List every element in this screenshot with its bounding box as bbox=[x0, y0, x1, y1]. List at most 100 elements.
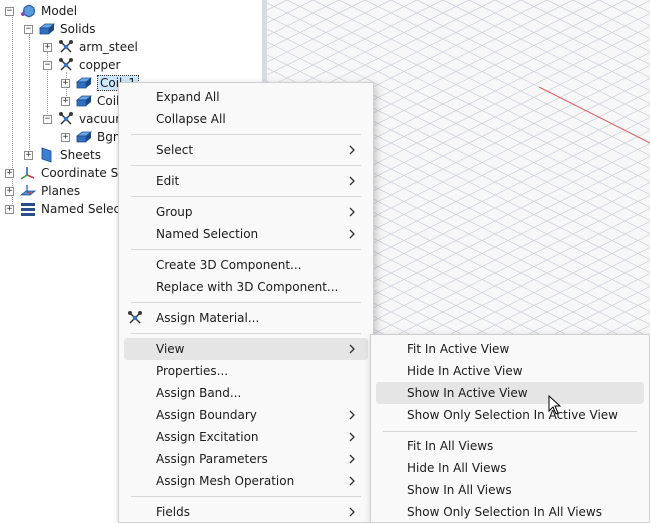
tree-item-sheets[interactable]: + Sheets bbox=[24, 146, 101, 164]
menu-item-collapse-all[interactable]: Collapse All bbox=[124, 108, 368, 130]
menu-item-label: Edit bbox=[156, 174, 180, 188]
menu-item-assign-band[interactable]: Assign Band... bbox=[124, 382, 368, 404]
menu-item-label: Show In All Views bbox=[407, 483, 512, 497]
menu-item-assign-parameters[interactable]: Assign Parameters bbox=[124, 448, 368, 470]
chevron-right-icon bbox=[349, 207, 355, 217]
chevron-right-icon bbox=[349, 454, 355, 464]
submenu-item-show-in-active-view[interactable]: Show In Active View bbox=[376, 382, 644, 404]
menu-separator bbox=[131, 496, 361, 497]
expand-toggle[interactable]: + bbox=[61, 78, 70, 88]
menu-item-label: Select bbox=[156, 143, 194, 157]
menu-item-expand-all[interactable]: Expand All bbox=[124, 86, 368, 108]
menu-item-label: Create 3D Component... bbox=[156, 258, 302, 272]
view-submenu: Fit In Active View Hide In Active View S… bbox=[370, 334, 650, 523]
menu-item-label: Collapse All bbox=[156, 112, 226, 126]
menu-item-assign-material[interactable]: Assign Material... bbox=[124, 307, 368, 329]
chevron-right-icon bbox=[349, 145, 355, 155]
expand-toggle[interactable]: + bbox=[24, 150, 33, 160]
list-icon bbox=[20, 201, 36, 217]
collapse-toggle[interactable]: − bbox=[5, 6, 14, 16]
solid-box-icon bbox=[76, 93, 92, 109]
collapse-toggle[interactable]: − bbox=[24, 24, 33, 34]
chevron-right-icon bbox=[349, 176, 355, 186]
tree-item-solids[interactable]: − Solids bbox=[24, 20, 96, 38]
menu-item-assign-excitation[interactable]: Assign Excitation bbox=[124, 426, 368, 448]
context-menu: Expand All Collapse All Select Edit Grou… bbox=[118, 82, 374, 523]
mouse-cursor-icon bbox=[548, 395, 562, 415]
tree-item-planes[interactable]: + Planes bbox=[5, 182, 80, 200]
expand-toggle[interactable]: + bbox=[5, 186, 14, 196]
menu-item-label: Assign Material... bbox=[156, 311, 260, 325]
expand-toggle[interactable]: + bbox=[5, 168, 14, 178]
chevron-right-icon bbox=[349, 507, 355, 517]
submenu-item-fit-in-all-views[interactable]: Fit In All Views bbox=[376, 435, 644, 457]
menu-item-label: Show Only Selection In All Views bbox=[407, 505, 602, 519]
tree-item-copper[interactable]: − copper bbox=[43, 56, 121, 74]
menu-separator bbox=[131, 196, 361, 197]
menu-item-label: Fit In Active View bbox=[407, 342, 510, 356]
sheet-icon bbox=[39, 147, 55, 163]
menu-item-label: Hide In Active View bbox=[407, 364, 523, 378]
menu-item-label: Assign Excitation bbox=[156, 430, 259, 444]
coordinate-system-icon bbox=[20, 165, 36, 181]
expand-toggle[interactable]: + bbox=[5, 204, 14, 214]
menu-item-label: Group bbox=[156, 205, 193, 219]
menu-separator bbox=[383, 431, 637, 432]
expand-toggle[interactable]: + bbox=[61, 132, 70, 142]
menu-item-fields[interactable]: Fields bbox=[124, 501, 368, 523]
menu-separator bbox=[131, 165, 361, 166]
chevron-right-icon bbox=[349, 344, 355, 354]
tree-item-label: Planes bbox=[41, 184, 81, 198]
submenu-item-show-in-all-views[interactable]: Show In All Views bbox=[376, 479, 644, 501]
collapse-toggle[interactable]: − bbox=[43, 60, 52, 70]
menu-item-select[interactable]: Select bbox=[124, 139, 368, 161]
submenu-item-hide-in-all-views[interactable]: Hide In All Views bbox=[376, 457, 644, 479]
expand-toggle[interactable]: + bbox=[61, 96, 70, 106]
plane-icon bbox=[20, 183, 36, 199]
chevron-right-icon bbox=[349, 476, 355, 486]
menu-separator bbox=[131, 134, 361, 135]
chevron-right-icon bbox=[349, 229, 355, 239]
tree-item-vacuum[interactable]: − vacuum bbox=[43, 110, 127, 128]
tree-item-label: copper bbox=[79, 58, 121, 72]
tree-item-model[interactable]: − Model bbox=[5, 2, 77, 20]
chevron-right-icon bbox=[349, 410, 355, 420]
collapse-toggle[interactable]: − bbox=[43, 114, 52, 124]
solid-box-icon bbox=[76, 129, 92, 145]
material-group-icon bbox=[58, 39, 74, 55]
menu-item-edit[interactable]: Edit bbox=[124, 170, 368, 192]
menu-item-label: Assign Band... bbox=[156, 386, 242, 400]
tree-item-arm-steel[interactable]: + arm_steel bbox=[43, 38, 138, 56]
menu-separator bbox=[131, 302, 361, 303]
expand-toggle[interactable]: + bbox=[43, 42, 52, 52]
menu-item-view[interactable]: View bbox=[124, 338, 368, 360]
submenu-item-show-only-selection-in-active-view[interactable]: Show Only Selection In Active View bbox=[376, 404, 644, 426]
tree-item-label: Sheets bbox=[60, 148, 101, 162]
menu-item-label: Assign Boundary bbox=[156, 408, 257, 422]
menu-item-replace-with-3d-component[interactable]: Replace with 3D Component... bbox=[124, 276, 368, 298]
submenu-item-fit-in-active-view[interactable]: Fit In Active View bbox=[376, 338, 644, 360]
menu-item-label: Assign Parameters bbox=[156, 452, 268, 466]
menu-item-label: Named Selection bbox=[156, 227, 259, 241]
submenu-item-hide-in-active-view[interactable]: Hide In Active View bbox=[376, 360, 644, 382]
menu-item-label: Expand All bbox=[156, 90, 220, 104]
menu-item-label: Assign Mesh Operation bbox=[156, 474, 295, 488]
material-group-icon bbox=[58, 57, 74, 73]
menu-item-label: Show In Active View bbox=[407, 386, 528, 400]
solid-box-icon bbox=[39, 21, 55, 37]
menu-separator bbox=[131, 333, 361, 334]
tree-item-label: Solids bbox=[60, 22, 96, 36]
menu-item-properties[interactable]: Properties... bbox=[124, 360, 368, 382]
chevron-right-icon bbox=[349, 432, 355, 442]
menu-item-assign-mesh-operation[interactable]: Assign Mesh Operation bbox=[124, 470, 368, 492]
menu-item-label: Show Only Selection In Active View bbox=[407, 408, 618, 422]
menu-separator bbox=[131, 249, 361, 250]
menu-item-assign-boundary[interactable]: Assign Boundary bbox=[124, 404, 368, 426]
menu-item-create-3d-component[interactable]: Create 3D Component... bbox=[124, 254, 368, 276]
submenu-item-show-only-selection-in-all-views[interactable]: Show Only Selection In All Views bbox=[376, 501, 644, 523]
menu-item-label: Properties... bbox=[156, 364, 229, 378]
menu-item-named-selection[interactable]: Named Selection bbox=[124, 223, 368, 245]
menu-item-label: Fields bbox=[156, 505, 190, 519]
menu-item-label: Hide In All Views bbox=[407, 461, 507, 475]
menu-item-group[interactable]: Group bbox=[124, 201, 368, 223]
